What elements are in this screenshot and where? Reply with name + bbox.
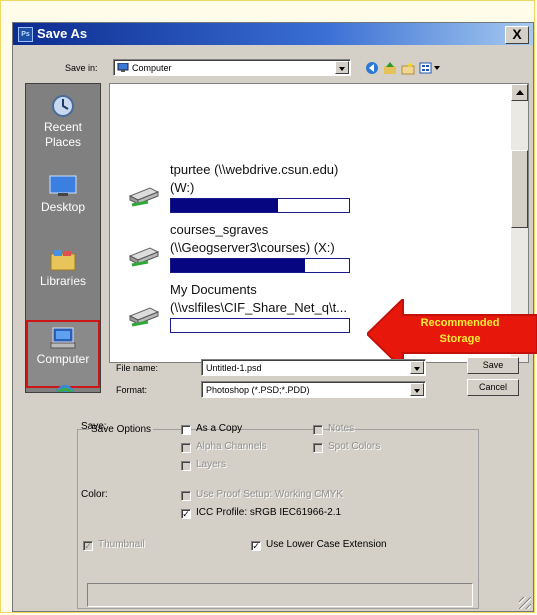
save-label: Save: — [81, 421, 107, 432]
layers-label: Layers — [196, 459, 227, 470]
alpha-channels-label: Alpha Channels — [196, 441, 267, 452]
new-folder-icon[interactable] — [401, 61, 415, 75]
spot-colors-label: Spot Colors — [328, 441, 381, 452]
up-folder-icon[interactable] — [383, 61, 397, 75]
network-drive-icon — [128, 247, 160, 267]
format-label: Format: — [116, 385, 148, 395]
save-button[interactable]: Save — [467, 357, 519, 374]
file-name-label: File name: — [116, 363, 159, 373]
save-in-dropdown[interactable]: Computer — [113, 59, 351, 76]
use-proof-setup-checkbox[interactable] — [181, 491, 191, 501]
save-in-value: Computer — [132, 63, 172, 73]
place-label: Recent Places — [43, 120, 83, 149]
thumbnail-label: Thumbnail — [98, 539, 145, 550]
as-a-copy-label: As a Copy — [196, 423, 243, 434]
notes-label: Notes — [328, 423, 355, 434]
drive-path: (\\Geogserver3\courses) (X:) — [170, 240, 335, 255]
network-drive-icon — [128, 187, 160, 207]
place-computer[interactable]: Computer — [26, 320, 100, 388]
lower-case-extension-label: Use Lower Case Extension — [266, 539, 387, 550]
window-title: Save As — [37, 26, 88, 41]
chevron-down-icon[interactable] — [335, 61, 349, 74]
computer-icon — [50, 327, 76, 349]
drive-path: (\\vslfiles\CIF_Share_Net_q\t... — [170, 300, 348, 315]
title-bar[interactable]: Ps Save As X — [13, 23, 533, 45]
description-field — [87, 583, 473, 607]
place-desktop[interactable]: Desktop — [26, 168, 100, 236]
place-label: Computer — [36, 352, 90, 366]
drive-usage-bar — [170, 258, 350, 273]
save-options-group — [77, 429, 479, 609]
drive-name: My Documents — [170, 282, 257, 297]
close-button[interactable]: X — [505, 26, 529, 44]
drive-usage-fill — [171, 259, 305, 272]
icc-profile-label: ICC Profile: sRGB IEC61966-2.1 — [196, 507, 342, 518]
desktop-icon — [49, 175, 77, 196]
network-icon[interactable] — [50, 384, 80, 393]
drive-name: tpurtee (\\webdrive.csun.edu) — [170, 162, 339, 177]
scroll-up-button[interactable] — [511, 84, 528, 101]
drive-path: (W:) — [170, 180, 195, 195]
back-icon[interactable] — [365, 61, 379, 75]
format-value: Photoshop (*.PSD;*.PDD) — [206, 385, 310, 395]
drive-usage-bar — [170, 198, 350, 213]
photoshop-app-icon: Ps — [18, 27, 33, 42]
icc-profile-checkbox[interactable]: ✓ — [181, 509, 191, 519]
chevron-down-icon[interactable] — [410, 361, 424, 374]
scroll-thumb[interactable] — [511, 150, 528, 228]
drive-usage-fill — [171, 199, 278, 212]
network-drive-icon — [128, 307, 160, 327]
lower-case-extension-checkbox[interactable]: ✓ — [251, 541, 261, 551]
callout-text: Recommended Storage — [397, 315, 523, 347]
places-bar: Recent Places Desktop Libraries Computer — [25, 83, 101, 393]
file-name-input[interactable]: Untitled-1.psd — [201, 359, 426, 376]
color-label: Color: — [81, 489, 108, 500]
view-menu-icon[interactable] — [419, 61, 441, 75]
save-as-dialog: Ps Save As X Save in: Computer Recent Pl… — [12, 22, 537, 612]
drive-usage-bar — [170, 318, 350, 333]
resize-grip[interactable] — [519, 597, 531, 609]
save-in-label: Save in: — [65, 63, 98, 73]
place-libraries[interactable]: Libraries — [26, 242, 100, 310]
drive-name: courses_sgraves — [170, 222, 269, 237]
place-label: Desktop — [40, 200, 86, 214]
recent-places-icon — [52, 95, 74, 117]
libraries-icon — [50, 250, 76, 271]
list-item-drive-w[interactable]: tpurtee (\\webdrive.csun.edu) (W:) — [110, 162, 510, 222]
place-label: Libraries — [39, 274, 87, 288]
spot-colors-checkbox[interactable] — [313, 443, 323, 453]
cancel-button[interactable]: Cancel — [467, 379, 519, 396]
notes-checkbox[interactable] — [313, 425, 323, 435]
file-name-value: Untitled-1.psd — [206, 363, 262, 373]
callout-line-2: Storage — [439, 333, 481, 345]
place-recent-places[interactable]: Recent Places — [26, 88, 100, 156]
computer-small-icon — [117, 63, 129, 72]
as-a-copy-checkbox[interactable] — [181, 425, 191, 435]
alpha-channels-checkbox[interactable] — [181, 443, 191, 453]
layers-checkbox[interactable] — [181, 461, 191, 471]
format-dropdown[interactable]: Photoshop (*.PSD;*.PDD) — [201, 381, 426, 398]
use-proof-setup-label: Use Proof Setup: Working CMYK — [196, 489, 344, 500]
list-item-drive-x[interactable]: courses_sgraves (\\Geogserver3\courses) … — [110, 222, 510, 282]
thumbnail-checkbox[interactable]: ✓ — [83, 541, 93, 551]
chevron-down-icon[interactable] — [410, 383, 424, 396]
callout-line-1: Recommended — [420, 317, 500, 329]
